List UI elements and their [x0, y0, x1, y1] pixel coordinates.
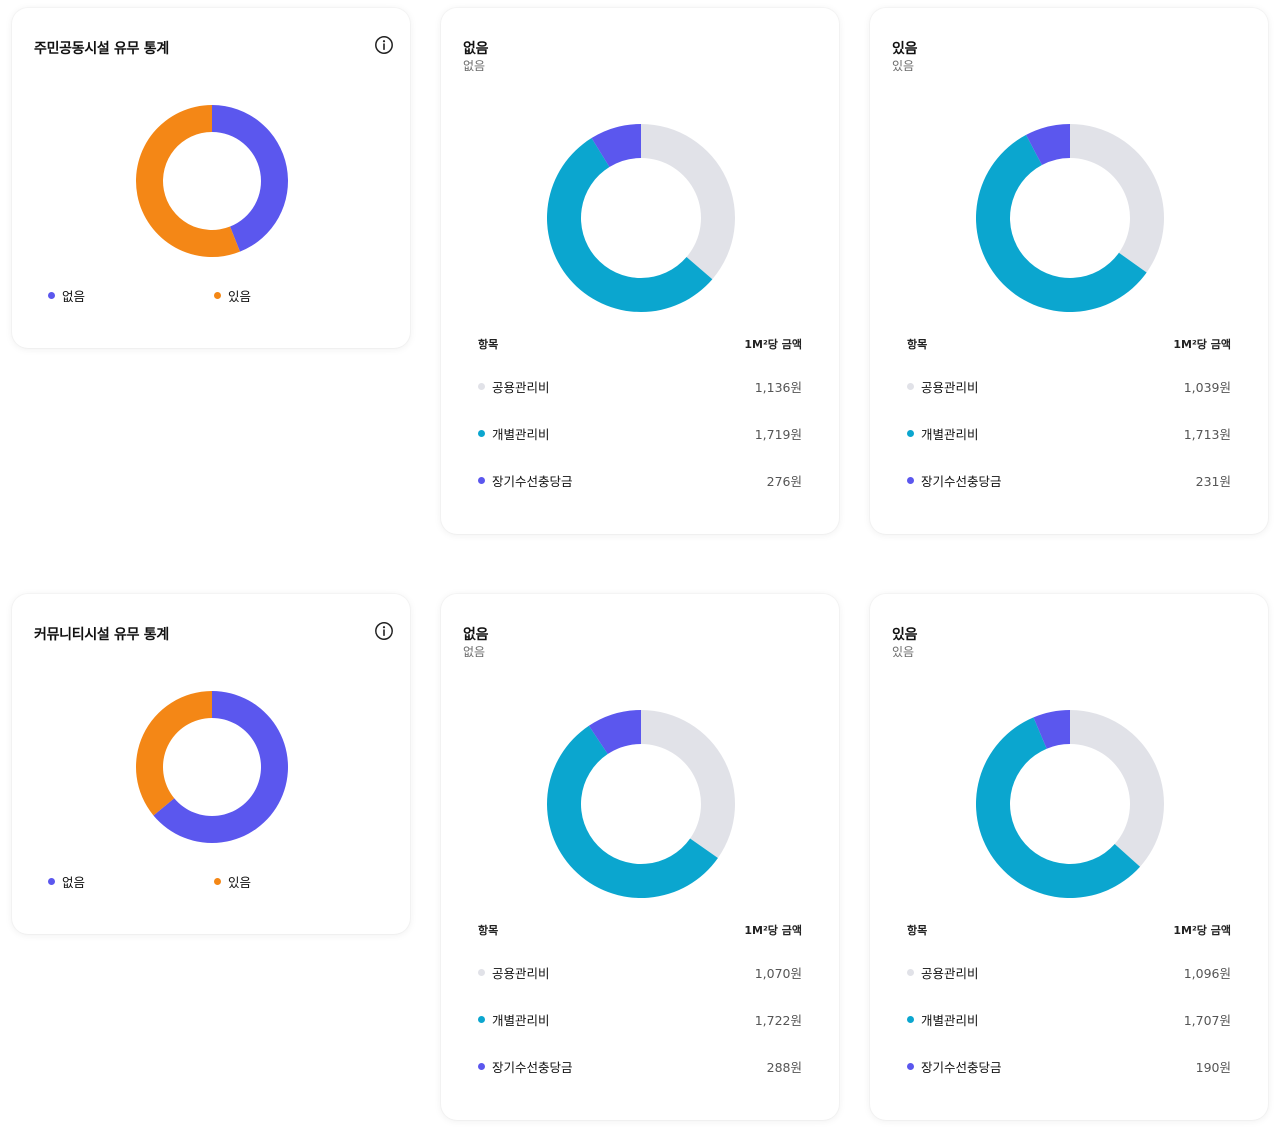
- table-row: 개별관리비 1,722원: [478, 1009, 802, 1029]
- row-amount: 1,722원: [754, 1012, 802, 1028]
- row-label: 공용관리비: [921, 965, 979, 981]
- detail-subtitle: 있음: [892, 645, 915, 659]
- row-amount: 288원: [766, 1059, 802, 1075]
- row-amount: 1,039원: [1183, 379, 1231, 395]
- row-amount: 190원: [1195, 1059, 1231, 1075]
- detail-card-resident-none: 없음 없음 항목 1M²당 금액 공용관리비 1,136원 개별관리비 1,71…: [441, 8, 839, 534]
- row-amount: 1,719원: [754, 426, 802, 442]
- detail-card-community-exists: 있음 있음 항목 1M²당 금액 공용관리비 1,096원 개별관리비 1,70…: [870, 594, 1268, 1120]
- table-header-item: 항목: [478, 338, 499, 351]
- legend-label: 없음: [62, 289, 86, 304]
- donut-slice-공용관리비[interactable]: [1070, 124, 1164, 273]
- legend-item-none: 없음: [48, 286, 85, 305]
- row-dot: [478, 1062, 485, 1070]
- row-label: 장기수선충당금: [921, 473, 1002, 489]
- table-row: 공용관리비 1,039원: [907, 376, 1231, 396]
- table-row: 공용관리비 1,136원: [478, 376, 802, 396]
- detail-title: 있음: [892, 627, 918, 643]
- donut-slice-공용관리비[interactable]: [641, 124, 735, 280]
- row-label: 개별관리비: [492, 1012, 550, 1028]
- detail-subtitle: 없음: [463, 59, 486, 73]
- row-label: 장기수선충당금: [492, 1059, 573, 1075]
- table-header-item: 항목: [907, 924, 928, 937]
- row-dot: [907, 382, 914, 390]
- row-dot: [907, 968, 914, 976]
- legend-label: 있음: [228, 875, 252, 890]
- row-label: 장기수선충당금: [921, 1059, 1002, 1075]
- summary-title: 커뮤니티시설 유무 통계: [34, 627, 169, 643]
- summary-card-resident-facility: 주민공동시설 유무 통계 없음 있음: [12, 8, 410, 348]
- row-dot: [478, 429, 485, 437]
- row-amount: 1,096원: [1183, 965, 1231, 981]
- summary-title: 주민공동시설 유무 통계: [34, 41, 169, 57]
- row-amount: 276원: [766, 473, 802, 489]
- donut-chart: [546, 124, 735, 313]
- donut-slice-있음[interactable]: [136, 691, 212, 816]
- detail-subtitle: 없음: [463, 645, 486, 659]
- donut-slice-공용관리비[interactable]: [641, 710, 735, 859]
- table-row: 개별관리비 1,713원: [907, 423, 1231, 443]
- donut-slice-공용관리비[interactable]: [1070, 710, 1164, 867]
- table-row: 개별관리비 1,719원: [478, 423, 802, 443]
- info-icon[interactable]: [374, 621, 394, 641]
- donut-chart: [136, 105, 288, 257]
- row-label: 개별관리비: [921, 426, 979, 442]
- donut-chart: [976, 710, 1164, 898]
- row-dot: [478, 968, 485, 976]
- row-amount: 1,136원: [754, 379, 802, 395]
- table-header-amount: 1M²당 금액: [744, 924, 802, 937]
- table-header-amount: 1M²당 금액: [744, 338, 802, 351]
- detail-subtitle: 있음: [892, 59, 915, 73]
- detail-title: 있음: [892, 41, 918, 57]
- detail-card-community-none: 없음 없음 항목 1M²당 금액 공용관리비 1,070원 개별관리비 1,72…: [441, 594, 839, 1120]
- table-header-amount: 1M²당 금액: [1173, 924, 1231, 937]
- legend-dot: [214, 878, 221, 885]
- table-row: 공용관리비 1,070원: [478, 962, 802, 982]
- row-amount: 231원: [1195, 473, 1231, 489]
- legend-dot: [214, 292, 221, 299]
- summary-card-community-facility: 커뮤니티시설 유무 통계 없음 있음: [12, 594, 410, 934]
- donut-chart: [136, 691, 288, 843]
- donut-chart: [976, 124, 1164, 312]
- legend-item-exists: 있음: [214, 872, 251, 891]
- detail-title: 없음: [463, 627, 489, 643]
- row-label: 개별관리비: [492, 426, 550, 442]
- row-dot: [478, 476, 485, 484]
- legend-dot: [48, 292, 55, 299]
- table-row: 장기수선충당금 288원: [478, 1056, 802, 1076]
- row-amount: 1,707원: [1183, 1012, 1231, 1028]
- table-header-item: 항목: [907, 338, 928, 351]
- table-header-item: 항목: [478, 924, 499, 937]
- row-label: 장기수선충당금: [492, 473, 573, 489]
- table-row: 장기수선충당금 276원: [478, 470, 802, 490]
- donut-chart: [547, 710, 735, 898]
- row-label: 공용관리비: [492, 379, 550, 395]
- row-dot: [478, 382, 485, 390]
- row-label: 개별관리비: [921, 1012, 979, 1028]
- row-dot: [907, 1062, 914, 1070]
- table-row: 장기수선충당금 190원: [907, 1056, 1231, 1076]
- row-dot: [907, 476, 914, 484]
- row-label: 공용관리비: [492, 965, 550, 981]
- table-row: 장기수선충당금 231원: [907, 470, 1231, 490]
- legend-label: 없음: [62, 875, 86, 890]
- row-dot: [907, 429, 914, 437]
- row-dot: [907, 1015, 914, 1023]
- table-header-amount: 1M²당 금액: [1173, 338, 1231, 351]
- legend-dot: [48, 878, 55, 885]
- row-label: 공용관리비: [921, 379, 979, 395]
- detail-card-resident-exists: 있음 있음 항목 1M²당 금액 공용관리비 1,039원 개별관리비 1,71…: [870, 8, 1268, 534]
- info-icon[interactable]: [374, 35, 394, 55]
- row-amount: 1,713원: [1183, 426, 1231, 442]
- table-row: 공용관리비 1,096원: [907, 962, 1231, 982]
- row-amount: 1,070원: [754, 965, 802, 981]
- table-row: 개별관리비 1,707원: [907, 1009, 1231, 1029]
- legend-item-none: 없음: [48, 872, 85, 891]
- row-dot: [478, 1015, 485, 1023]
- detail-title: 없음: [463, 41, 489, 57]
- legend-item-exists: 있음: [214, 286, 251, 305]
- legend-label: 있음: [228, 289, 252, 304]
